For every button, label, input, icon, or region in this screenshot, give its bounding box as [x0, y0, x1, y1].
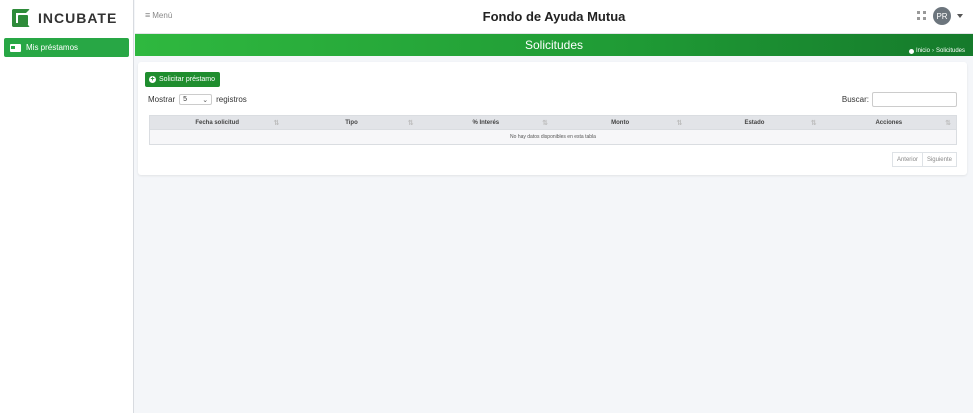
show-suffix: registros	[216, 95, 247, 104]
sort-icon: ⇅	[810, 120, 817, 127]
page-header: Solicitudes Inicio › Solicitudes	[135, 34, 973, 56]
top-navbar: ≡ Menú Fondo de Ayuda Mutua PR	[135, 0, 973, 34]
column-label: Tipo	[345, 119, 358, 126]
chevron-down-icon[interactable]	[957, 14, 963, 18]
sort-icon: ⇅	[676, 120, 682, 127]
table-empty-row: No hay datos disponibles en esta tabla	[149, 130, 957, 145]
sort-icon: ⇅	[945, 120, 951, 127]
column-monto[interactable]: Monto ⇅	[553, 116, 687, 129]
request-loan-label: Solicitar préstamo	[159, 76, 216, 83]
search-control: Buscar:	[842, 92, 957, 107]
network-icon[interactable]	[917, 11, 927, 21]
previous-page-button[interactable]: Anterior	[891, 152, 923, 167]
sort-icon: ⇅	[407, 120, 414, 127]
next-page-button[interactable]: Siguiente	[922, 152, 957, 167]
column-label: Fecha solicitud	[195, 119, 239, 126]
sidebar: INCUBATE Mis préstamos	[0, 0, 134, 413]
breadcrumb-current: Solicitudes	[935, 48, 965, 54]
column-label: Monto	[611, 119, 630, 126]
column-label: % Interés	[472, 119, 500, 126]
user-avatar[interactable]: PR	[933, 7, 951, 25]
incubate-logo-icon	[12, 8, 32, 27]
pagination: Anterior Siguiente	[891, 152, 957, 167]
brand[interactable]: INCUBATE	[0, 0, 133, 35]
column-interes[interactable]: % Interés ⇅	[419, 116, 553, 129]
breadcrumb-home[interactable]: Inicio	[916, 48, 930, 54]
column-label: Estado	[744, 119, 765, 126]
search-label: Buscar:	[841, 95, 869, 104]
page-length-control: Mostrar 5 ⌄ registros	[148, 94, 247, 105]
app-title: Fondo de Ayuda Mutua	[482, 9, 626, 24]
home-icon	[908, 48, 914, 54]
card-icon	[10, 43, 21, 52]
page-title: Solicitudes	[524, 38, 584, 52]
request-loan-button[interactable]: + Solicitar préstamo	[145, 72, 221, 87]
user-area: PR	[917, 7, 963, 25]
chevron-down-icon: ⌄	[202, 96, 209, 104]
breadcrumb: Inicio › Solicitudes	[908, 48, 965, 54]
table-header: Fecha solicitud ⇅ Tipo ⇅ % Interés ⇅ Mon…	[149, 115, 957, 130]
requests-card: + Solicitar préstamo Mostrar 5 ⌄ registr…	[138, 62, 967, 175]
sidebar-item-mis-prestamos[interactable]: Mis préstamos	[4, 38, 129, 57]
column-tipo[interactable]: Tipo ⇅	[284, 116, 418, 129]
column-fecha-solicitud[interactable]: Fecha solicitud ⇅	[150, 116, 284, 129]
sidebar-item-label: Mis préstamos	[26, 43, 79, 52]
column-acciones[interactable]: Acciones ⇅	[822, 116, 956, 129]
column-label: Acciones	[875, 119, 903, 126]
breadcrumb-separator: ›	[931, 48, 934, 54]
page-length-select[interactable]: 5 ⌄	[179, 94, 213, 105]
requests-table: Fecha solicitud ⇅ Tipo ⇅ % Interés ⇅ Mon…	[149, 115, 957, 145]
search-input[interactable]	[872, 92, 957, 107]
show-prefix: Mostrar	[148, 95, 176, 104]
page-length-value: 5	[183, 96, 188, 103]
brand-name: INCUBATE	[38, 9, 118, 26]
sort-icon: ⇅	[542, 120, 548, 127]
column-estado[interactable]: Estado ⇅	[687, 116, 821, 129]
plus-circle-icon: +	[149, 76, 156, 83]
sort-icon: ⇅	[273, 120, 279, 127]
